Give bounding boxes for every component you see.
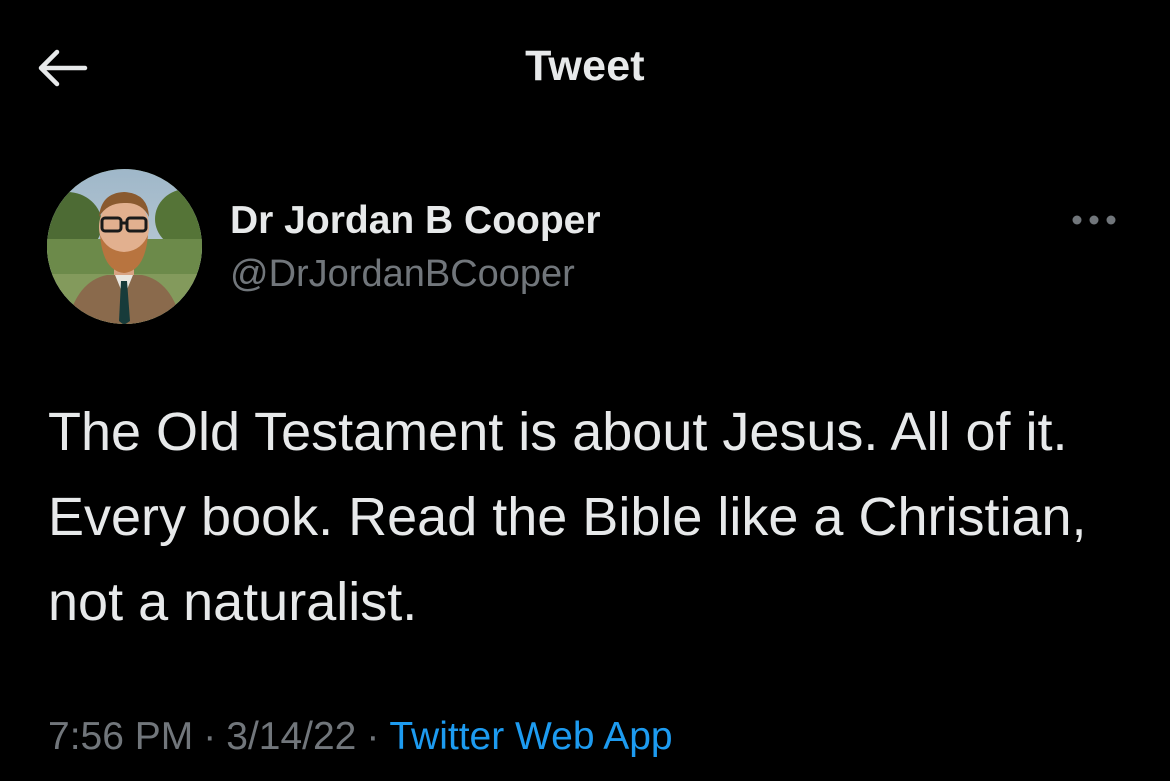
tweet-source-link[interactable]: Twitter Web App (389, 715, 672, 758)
avatar[interactable] (47, 169, 202, 324)
author-handle[interactable]: @DrJordanBCooper (230, 253, 575, 296)
separator-dot: · (203, 715, 217, 758)
separator-dot: · (366, 715, 380, 758)
more-button[interactable] (1063, 200, 1125, 240)
tweet-time[interactable]: 7:56 PM (48, 715, 193, 758)
tweet-metadata: 7:56 PM · 3/14/22 · Twitter Web App (48, 715, 673, 759)
page-title: Tweet (525, 42, 645, 90)
tweet-text: The Old Testament is about Jesus. All of… (48, 402, 1087, 632)
top-bar: Tweet (0, 0, 1170, 135)
author-name[interactable]: Dr Jordan B Cooper (230, 199, 601, 243)
more-horizontal-icon (1072, 215, 1116, 225)
tweet-date[interactable]: 3/14/22 (226, 715, 356, 758)
profile-photo (47, 169, 202, 324)
